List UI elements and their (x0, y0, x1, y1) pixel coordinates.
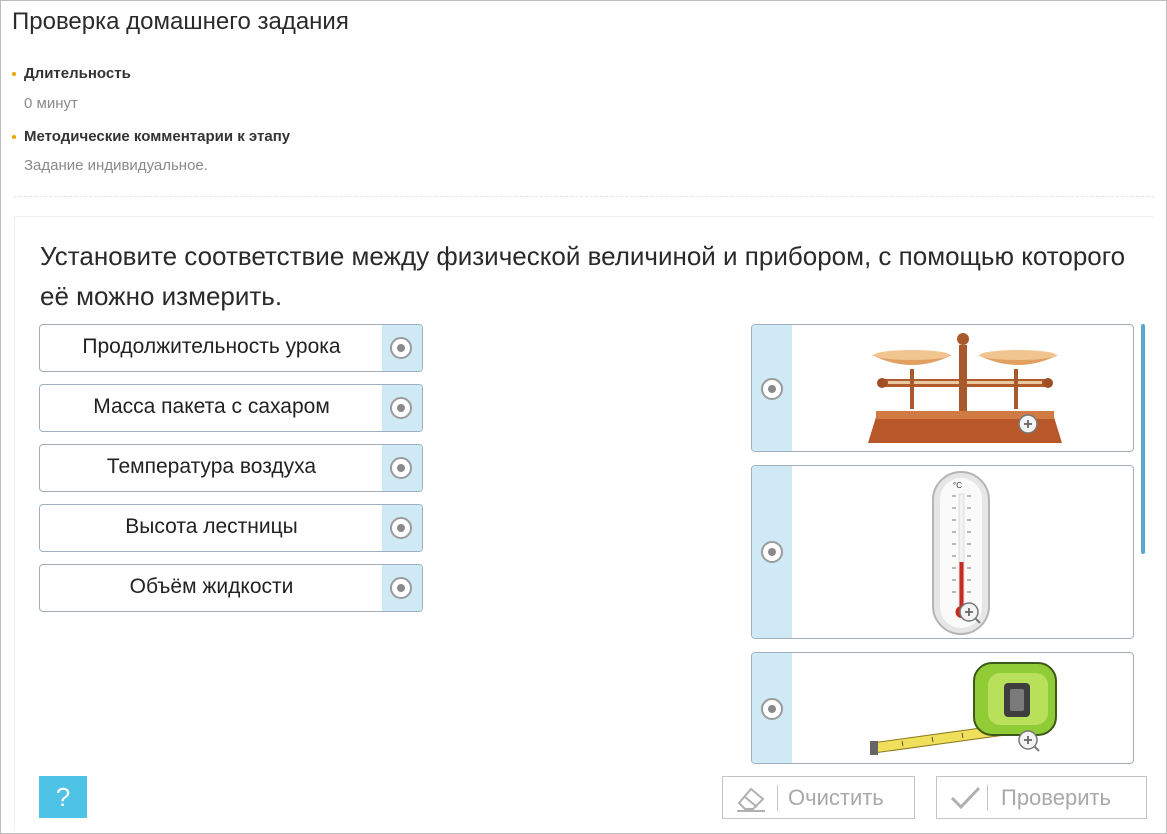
check-button-label: Проверить (1001, 785, 1112, 810)
divider (14, 196, 1154, 197)
left-item-label: Высота лестницы (125, 515, 298, 538)
left-item-sugar-mass[interactable]: Масса пакета с сахаром (39, 384, 423, 432)
check-button[interactable]: Проверить (936, 776, 1147, 819)
right-item-thermometer[interactable]: °C (751, 465, 1134, 639)
right-item-tape-measure[interactable] (751, 652, 1134, 764)
radio-icon[interactable] (390, 397, 412, 419)
task-question: Установите соответствие между физической… (40, 241, 1126, 311)
left-item-lesson-duration[interactable]: Продолжительность урока (39, 324, 423, 372)
button-divider (987, 785, 988, 811)
right-item-handle[interactable] (752, 653, 792, 763)
radio-icon[interactable] (761, 698, 783, 720)
left-item-label: Масса пакета с сахаром (93, 395, 330, 418)
left-item-handle[interactable] (382, 445, 422, 491)
comments-label: Методические комментарии к этапу (11, 128, 291, 145)
duration-value: 0 минут (24, 95, 78, 112)
help-button[interactable]: ? (39, 776, 87, 818)
radio-icon[interactable] (761, 541, 783, 563)
button-divider (777, 785, 778, 811)
radio-icon[interactable] (390, 457, 412, 479)
left-item-label: Продолжительность урока (82, 335, 341, 358)
tape-measure-image (792, 653, 1133, 763)
radio-icon[interactable] (390, 337, 412, 359)
left-item-handle[interactable] (382, 385, 422, 431)
thermometer-image: °C (792, 466, 1133, 638)
right-item-handle[interactable] (752, 325, 792, 451)
scrollbar[interactable] (1141, 324, 1145, 554)
clear-button-label: Очистить (788, 785, 884, 810)
left-item-label: Температура воздуха (106, 455, 317, 478)
left-item-handle[interactable] (382, 565, 422, 611)
radio-icon[interactable] (390, 577, 412, 599)
left-item-stairs-height[interactable]: Высота лестницы (39, 504, 423, 552)
left-item-air-temperature[interactable]: Температура воздуха (39, 444, 423, 492)
radio-icon[interactable] (390, 517, 412, 539)
scales-image (792, 325, 1133, 451)
left-item-handle[interactable] (382, 505, 422, 551)
right-item-scales[interactable] (751, 324, 1134, 452)
right-item-handle[interactable] (752, 466, 792, 638)
radio-icon[interactable] (761, 378, 783, 400)
duration-label: Длительность (12, 65, 131, 82)
left-item-liquid-volume[interactable]: Объём жидкости (39, 564, 423, 612)
comments-value: Задание индивидуальное. (24, 157, 208, 174)
eraser-icon (737, 787, 765, 812)
checkmark-icon (950, 786, 981, 810)
clear-button[interactable]: Очистить (722, 776, 915, 819)
left-item-handle[interactable] (382, 325, 422, 371)
stage-title: Проверка домашнего задания (12, 8, 349, 35)
left-item-label: Объём жидкости (129, 575, 294, 598)
thermometer-unit: °C (953, 481, 962, 490)
